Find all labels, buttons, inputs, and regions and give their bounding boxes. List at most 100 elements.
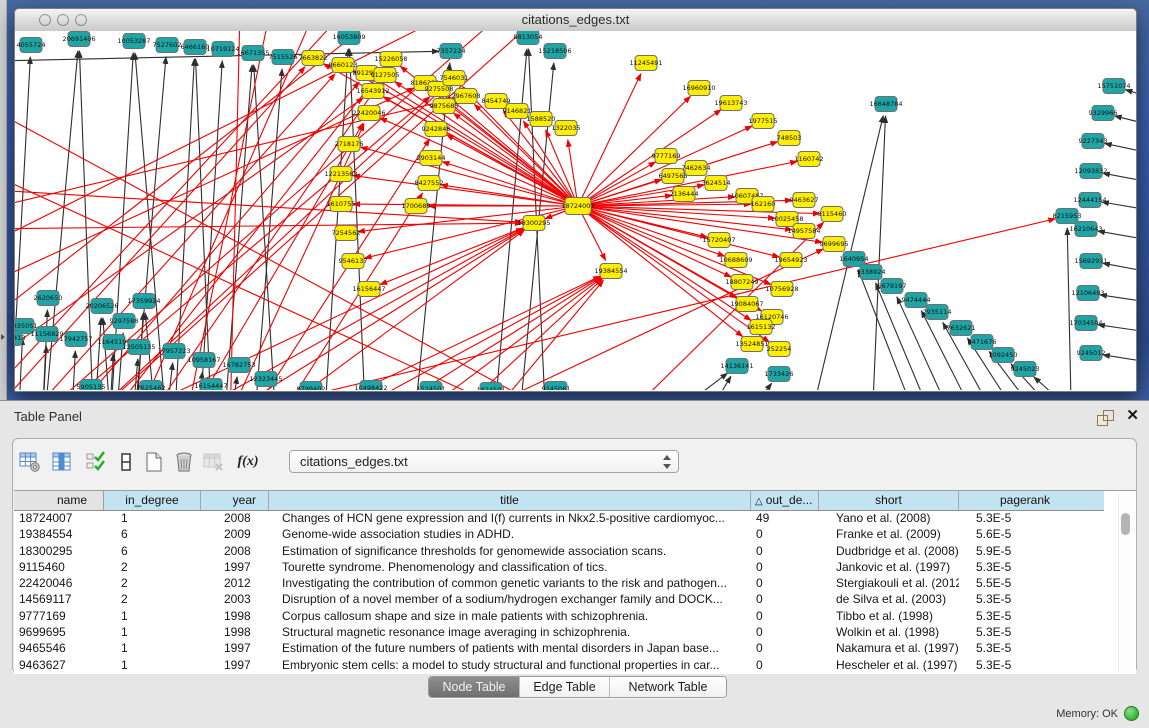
table-row[interactable]: 2242004622012Investigating the contribut… (14, 575, 1104, 591)
graph-node-label: 15720407 (702, 236, 735, 244)
graph-edge[interactable] (1105, 143, 1136, 154)
network-window[interactable]: citations_edges.txt 40557242069140610053… (14, 8, 1137, 392)
table-cell: 5.6E-5 (959, 526, 1091, 542)
graph-edge[interactable] (1098, 325, 1136, 333)
graph-edge[interactable] (1034, 377, 1081, 390)
graph-node-label: 9245023 (1011, 365, 1040, 373)
graph-node-label: 14957584 (787, 227, 820, 235)
delete-column-icon[interactable] (171, 449, 197, 475)
fx-label: f(x) (238, 454, 259, 470)
graph-edge[interactable] (873, 116, 885, 390)
table-row[interactable]: 1456911722003Disruption of a novel membe… (14, 591, 1104, 607)
table-panel: Table Panel ✕ (0, 400, 1149, 728)
table-row[interactable]: 977716911998Corpus callosum shape and si… (14, 608, 1104, 624)
graph-edge[interactable] (273, 276, 600, 390)
graph-edge[interactable] (680, 373, 727, 390)
graph-edge[interactable] (225, 65, 252, 390)
graph-node-label: 13524851 (735, 340, 768, 348)
graph-edge[interactable] (578, 74, 641, 206)
graph-edge[interactable] (15, 223, 522, 229)
tab-edge-table[interactable]: Edge Table (519, 677, 610, 697)
network-graph-canvas[interactable]: 4055724206914061005328775276026466160107… (15, 31, 1136, 390)
graph-edge[interactable] (1067, 228, 1071, 390)
graph-node-label: 18807249 (725, 278, 758, 286)
graph-node-label: 1322035 (552, 124, 581, 132)
graph-edge[interactable] (578, 126, 752, 206)
left-collapse-strip[interactable] (0, 0, 7, 400)
table-row[interactable]: 1830029562008Estimation of significance … (14, 543, 1104, 559)
graph-edge[interactable] (1125, 90, 1136, 99)
graph-edge[interactable] (196, 59, 211, 390)
graph-edge[interactable] (85, 31, 545, 390)
memory-status-icon (1124, 706, 1139, 721)
graph-edge[interactable] (325, 49, 348, 390)
graph-edge[interactable] (167, 363, 173, 390)
column-checklist-icon[interactable] (83, 449, 109, 475)
table-cell: Wolkin et al. (1998) (819, 624, 959, 640)
column-header-short[interactable]: short (819, 491, 959, 510)
graph-edge[interactable] (313, 277, 600, 390)
graph-edge[interactable] (433, 279, 602, 390)
column-header-out-degree[interactable]: △out_de... (751, 491, 819, 510)
table-row[interactable]: 946554611997Estimation of the future num… (14, 640, 1104, 656)
table-mode-icon[interactable] (17, 449, 43, 475)
graph-edge[interactable] (1103, 173, 1136, 183)
graph-node-label: 7462634 (682, 164, 711, 172)
graph-edge[interactable] (15, 99, 454, 209)
table-cell: 19384554 (14, 526, 104, 542)
table-row[interactable]: 946362711997Embryonic stem cells: a mode… (14, 657, 1104, 673)
graph-node-label: 1700689 (402, 202, 431, 210)
function-builder-icon[interactable]: f(x) (235, 449, 261, 475)
graph-edge[interactable] (365, 206, 578, 258)
graph-edge[interactable] (1098, 231, 1136, 241)
new-column-icon[interactable] (141, 449, 167, 475)
graph-edge[interactable] (103, 318, 110, 390)
graph-edge[interactable] (1103, 263, 1136, 273)
table-cell: Franke et al. (2009) (819, 526, 959, 542)
column-header-in-degree[interactable]: in_degree (104, 491, 201, 510)
graph-edge[interactable] (135, 31, 315, 390)
graph-edge[interactable] (72, 351, 75, 390)
table-selector-dropdown[interactable]: citations_edges.txt (289, 450, 679, 473)
graph-node-label: 1160742 (795, 155, 824, 163)
expand-arrow-icon[interactable] (1, 334, 5, 340)
graph-edge[interactable] (353, 277, 601, 390)
show-column-icon[interactable] (49, 449, 75, 475)
network-window-titlebar[interactable]: citations_edges.txt (15, 9, 1136, 32)
graph-edge[interactable] (1115, 116, 1136, 126)
graph-edge[interactable] (1103, 355, 1136, 363)
attribute-table: name in_degree year title △out_de... sho… (14, 490, 1136, 674)
tab-network-table[interactable]: Network Table (610, 677, 726, 697)
table-row[interactable]: 1872400712008Changes of HCN gene express… (14, 510, 1104, 526)
column-header-pagerank[interactable]: pagerank (959, 491, 1091, 510)
delete-table-icon[interactable] (201, 449, 227, 475)
table-row[interactable]: 1938455462009Genome-wide association stu… (14, 526, 1104, 542)
float-panel-icon[interactable] (1097, 410, 1113, 426)
table-row[interactable]: 969969511998Structural magnetic resonanc… (14, 624, 1104, 640)
table-row[interactable]: 911546021997Tourette syndrome. Phenomeno… (14, 559, 1104, 575)
graph-node-label: 19613743 (714, 99, 747, 107)
graph-edge[interactable] (1102, 202, 1136, 211)
column-header-year[interactable]: year (201, 491, 269, 510)
graph-edge[interactable] (715, 376, 731, 390)
scrollbar-thumb[interactable] (1121, 513, 1130, 535)
graph-node-label: 9474444 (902, 296, 931, 304)
table-cell: 1 (104, 657, 201, 673)
graph-edge[interactable] (1100, 295, 1136, 303)
graph-node-label: 7632621 (947, 324, 976, 332)
memory-indicator[interactable]: Memory: OK (1056, 705, 1139, 721)
column-header-title[interactable]: title (269, 491, 751, 510)
graph-edge[interactable] (750, 383, 772, 390)
graph-edge[interactable] (568, 140, 578, 206)
graph-node-label: 1835051 (15, 322, 37, 330)
close-panel-icon[interactable]: ✕ (1126, 407, 1139, 425)
tab-node-table[interactable]: Node Table (429, 677, 519, 697)
graph-node-label: 20691406 (62, 35, 95, 43)
graph-node-label: 9245061 (542, 385, 571, 390)
graph-node-label: 8813054 (514, 33, 543, 41)
column-header-name[interactable]: name (14, 491, 104, 510)
graph-node-label: 18724007 (561, 202, 594, 210)
table-vertical-scrollbar[interactable] (1118, 493, 1132, 672)
row-height-icon[interactable] (113, 449, 139, 475)
graph-node-label: 10688609 (719, 256, 752, 264)
